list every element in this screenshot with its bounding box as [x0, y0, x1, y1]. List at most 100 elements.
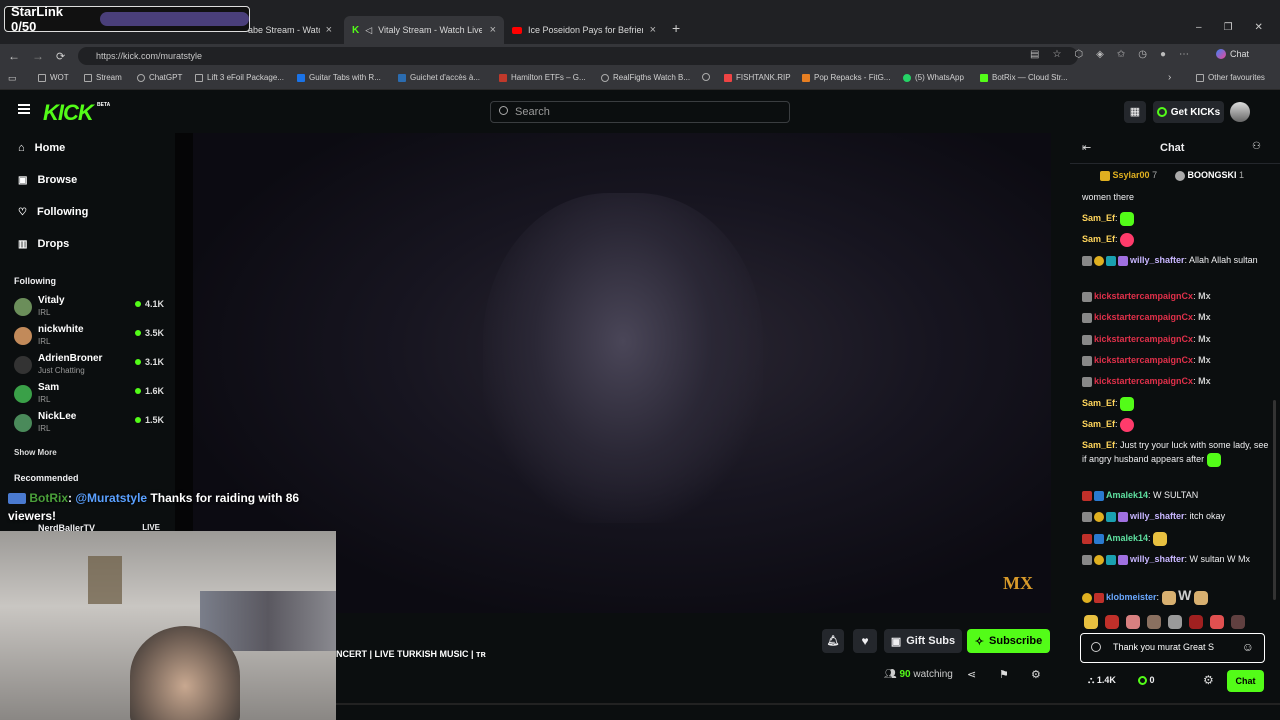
following-heading: Following [14, 276, 56, 286]
get-kicks-button[interactable]: Get KICKs [1153, 101, 1224, 123]
follow-heart-button[interactable]: ♥ [853, 629, 877, 653]
emote[interactable] [1189, 615, 1203, 629]
new-tab-button[interactable]: + [672, 20, 680, 36]
bookmark-item[interactable]: WOT [38, 73, 69, 82]
chat-settings-icon[interactable]: ⚙ [1203, 673, 1214, 687]
maximize-icon[interactable]: ❐ [1224, 22, 1233, 33]
chevron-right-icon[interactable]: › [1168, 72, 1171, 83]
clip-icon[interactable]: ⚙︎ [1031, 668, 1041, 681]
url-field[interactable]: https://kick.com/muratstyle [78, 47, 1078, 65]
followed-channel[interactable]: Vitaly IRL 4.1K [14, 295, 164, 323]
bookmark-item[interactable]: BotRix — Cloud Str... [980, 73, 1068, 82]
bookmark-item[interactable]: Lift 3 eFoil Package... [195, 73, 284, 82]
muted-speaker-icon[interactable]: ◁ [365, 25, 372, 36]
profile-icon[interactable]: ● [1160, 49, 1166, 60]
history-icon[interactable]: ◷ [1138, 49, 1147, 60]
emoji-icon[interactable]: ☺ [1242, 640, 1254, 654]
chat-message: kickstartercampaignCx: Mx [1082, 353, 1272, 367]
emote [1206, 452, 1221, 467]
browser-tab-2[interactable]: K ◁ Vitaly Stream - Watch Live on× [344, 16, 504, 44]
kick-logo[interactable]: KICK [43, 100, 94, 126]
starlink-overlay: StarLink 0/50 [4, 4, 250, 34]
followed-channel[interactable]: AdrienBroner Just Chatting 3.1K [14, 353, 164, 381]
chat-message: Sam_Ef: [1082, 211, 1272, 226]
more-icon[interactable]: ⋯ [1179, 49, 1189, 60]
avatar [14, 327, 32, 345]
emote[interactable] [1084, 615, 1098, 629]
nav-home[interactable]: ⌂ Home [18, 142, 65, 154]
bookmark-item[interactable]: Guitar Tabs with R... [297, 73, 381, 82]
other-favourites[interactable]: Other favourites [1196, 73, 1265, 82]
close-icon[interactable]: × [490, 24, 496, 36]
report-flag-icon[interactable]: ⚑ [999, 668, 1009, 681]
notification-bell-button[interactable]: 🔔︎ [822, 629, 844, 653]
browser-tab-1[interactable]: abe Stream - Watch L× [240, 16, 340, 44]
video-progress-line [336, 703, 1280, 705]
send-chat-button[interactable]: Chat [1227, 670, 1264, 692]
recommended-heading: Recommended [14, 473, 79, 483]
hamburger-menu-icon[interactable] [18, 104, 30, 114]
close-icon[interactable]: × [326, 24, 332, 36]
back-icon[interactable]: ← [8, 49, 20, 63]
browser-tab-3[interactable]: Ice Poseidon Pays for Befriending× [504, 16, 664, 44]
nav-browse[interactable]: ▣ Browse [18, 174, 77, 186]
followed-channel[interactable]: NickLee IRL 1.5K [14, 411, 164, 439]
chat-message: Sam_Ef: [1082, 396, 1272, 411]
avatar [14, 414, 32, 432]
gifter-badge-icon [1175, 170, 1185, 181]
bookmark-item[interactable]: Guichet d'accès à... [398, 73, 480, 82]
user-avatar[interactable] [1230, 102, 1250, 122]
bookmarks-icon[interactable]: ▭ [8, 73, 17, 84]
minimize-icon[interactable]: – [1196, 22, 1202, 33]
reload-icon[interactable]: ⟳ [56, 50, 65, 63]
extension-icon[interactable]: ◈ [1096, 49, 1104, 60]
emote [1120, 396, 1135, 411]
favorite-icon[interactable]: ☆ [1052, 49, 1061, 60]
emote[interactable] [1105, 615, 1119, 629]
chat-title: Chat [1160, 142, 1185, 154]
reader-icon[interactable]: ▤ [1030, 49, 1039, 60]
emote[interactable] [1231, 615, 1245, 629]
bookmark-item[interactable]: ChatGPT [137, 73, 182, 82]
bookmark-item[interactable]: (5) WhatsApp [903, 73, 964, 82]
forward-icon[interactable]: → [32, 49, 44, 63]
show-more-link[interactable]: Show More [14, 448, 57, 457]
chat-message: willy_shafter: Allah Allah sultan [1082, 253, 1272, 267]
share-icon[interactable]: ⋖ [967, 668, 976, 681]
emote[interactable] [1126, 615, 1140, 629]
followed-channel[interactable]: nickwhite IRL 3.5K [14, 324, 164, 352]
collapse-chat-icon[interactable]: ⇤ [1082, 141, 1091, 154]
chat-input-icon [1091, 642, 1101, 652]
bookmark-item[interactable]: RealFigths Watch B... [601, 73, 690, 82]
kicks-balance: 0 [1138, 675, 1155, 686]
bookmark-item[interactable]: Stream [84, 73, 122, 82]
nav-drops[interactable]: ▥ Drops [18, 238, 69, 250]
followed-channel[interactable]: Sam IRL 1.6K [14, 382, 164, 410]
avatar [14, 356, 32, 374]
emote[interactable] [1168, 615, 1182, 629]
chat-message: kickstartercampaignCx: Mx [1082, 374, 1272, 388]
chat-scrollbar[interactable] [1273, 400, 1276, 600]
emote [1161, 590, 1176, 605]
favorites-icon[interactable]: ✩ [1117, 49, 1125, 60]
extension-icon[interactable]: ⬡ [1074, 49, 1083, 60]
browse-grid-icon[interactable]: ▦ [1124, 101, 1146, 123]
wall-map [88, 556, 122, 604]
bookmark-item[interactable]: Hamilton ETFs – G... [499, 73, 586, 82]
chat-users-icon[interactable]: ⚇ [1252, 141, 1261, 152]
subscribe-button[interactable]: ✧ Subscribe [967, 629, 1050, 653]
emote[interactable] [1210, 615, 1224, 629]
address-bar: ← → ⟳ https://kick.com/muratstyle ▤ ☆ ⬡ ◈ ✩ ◷… [0, 44, 1280, 68]
gift-subs-button[interactable]: ▣ Gift Subs [884, 629, 962, 653]
emote[interactable] [1147, 615, 1161, 629]
emote [1153, 531, 1168, 546]
search-input[interactable]: Search [490, 101, 790, 123]
nav-following[interactable]: ♡ Following [18, 206, 88, 218]
bookmark-item[interactable] [702, 73, 710, 81]
close-window-icon[interactable]: ✕ [1255, 22, 1263, 33]
chat-input[interactable]: Thank you murat Great S ☺ [1080, 633, 1265, 663]
close-icon[interactable]: × [650, 24, 656, 36]
bookmark-item[interactable]: Pop Repacks - FitG... [802, 73, 890, 82]
bookmark-item[interactable]: FISHTANK.RIP [724, 73, 791, 82]
copilot-chat-button[interactable]: Chat [1216, 49, 1249, 59]
